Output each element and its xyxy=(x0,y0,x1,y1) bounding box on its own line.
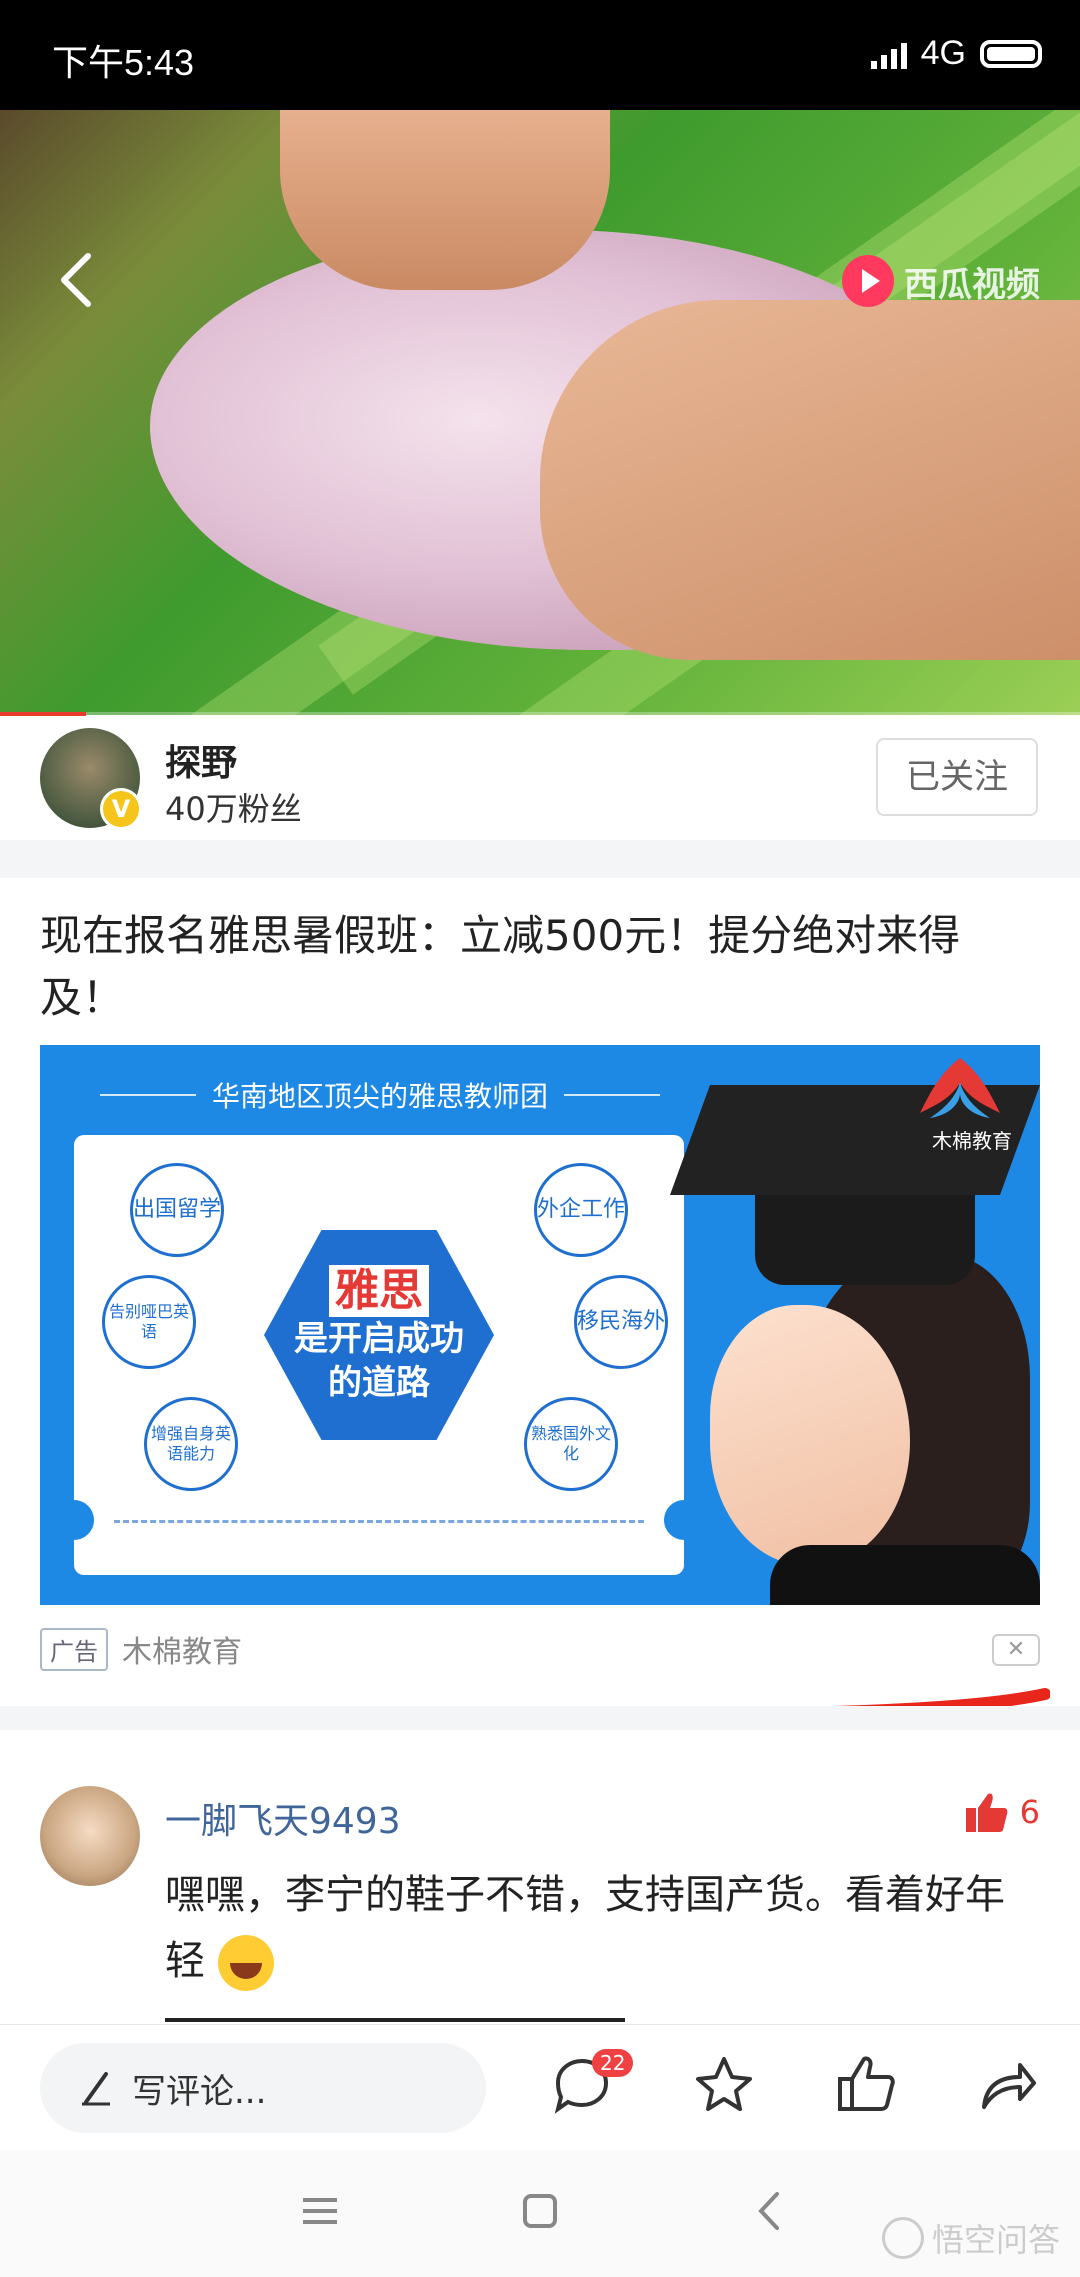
banner-bubble: 外企工作 xyxy=(534,1163,628,1257)
like-control[interactable]: 6 xyxy=(964,1790,1040,1834)
write-comment-input[interactable]: 写评论... xyxy=(40,2043,486,2133)
banner-center-main: 雅思 xyxy=(329,1265,429,1317)
author-name[interactable]: 探野 xyxy=(165,734,237,786)
pencil-icon xyxy=(82,2072,110,2106)
banner-logo-text: 木棉教育 xyxy=(932,1129,1012,1153)
banner-card: 雅思 是开启成功的道路 出国留学 外企工作 告别哑巴英语 移民海外 增强自身英语… xyxy=(54,1135,704,1575)
back-arrow-icon[interactable] xyxy=(52,250,102,310)
share-icon[interactable] xyxy=(976,2053,1040,2117)
banner-headline: 华南地区顶尖的雅思教师团 xyxy=(100,1075,661,1115)
banner-center-sub: 是开启成功的道路 xyxy=(294,1319,464,1403)
battery-icon xyxy=(980,39,1042,68)
status-icons: 4G xyxy=(870,34,1042,73)
brand-text: 西瓜视频 xyxy=(904,264,1040,305)
video-player[interactable]: 西瓜视频 xyxy=(0,110,1080,715)
signal-icon xyxy=(870,39,907,69)
banner-center-hexagon: 雅思 是开启成功的道路 xyxy=(264,1230,494,1440)
banner-bubble: 移民海外 xyxy=(574,1275,668,1369)
video-brand: 西瓜视频 xyxy=(842,255,1040,307)
ad-banner[interactable]: 华南地区顶尖的雅思教师团 雅思 是开启成功的道路 出国留学 外企工作 告别哑巴英… xyxy=(40,1045,1040,1605)
watermark-text: 悟空问答 xyxy=(931,2221,1060,2259)
home-square-icon[interactable] xyxy=(515,2186,565,2236)
mumian-logo-icon xyxy=(920,1058,1000,1118)
bottom-action-bar: 写评论... 22 xyxy=(0,2024,1080,2151)
ad-title[interactable]: 现在报名雅思暑假班：立减500元！提分绝对来得及！ xyxy=(40,905,1040,1029)
ad-close-button[interactable]: ✕ xyxy=(992,1634,1040,1666)
menu-icon[interactable] xyxy=(295,2186,345,2236)
star-icon[interactable] xyxy=(692,2053,756,2117)
wukong-logo-icon xyxy=(881,2217,924,2259)
ad-tag: 广告 xyxy=(40,1627,108,1671)
like-count: 6 xyxy=(1019,1793,1040,1831)
banner-bubble: 增强自身英语能力 xyxy=(144,1397,238,1491)
comment-text: 嘿嘿，李宁的鞋子不错，支持国产货。看着好年轻 xyxy=(165,1862,1025,1994)
ad-source[interactable]: 木棉教育 xyxy=(122,1627,242,1671)
commenter-avatar[interactable] xyxy=(40,1786,140,1886)
nav-back-icon[interactable] xyxy=(745,2186,795,2236)
network-type: 4G xyxy=(920,34,966,72)
author-fans-count: 40万粉丝 xyxy=(165,790,302,828)
status-bar: 下午5:43 4G xyxy=(0,0,1080,110)
author-row[interactable]: V 探野 40万粉丝 已关注 xyxy=(0,716,1080,841)
thumbs-up-outline-icon[interactable] xyxy=(834,2053,898,2117)
banner-bubble: 告别哑巴英语 xyxy=(102,1275,196,1369)
banner-bubble: 熟悉国外文化 xyxy=(524,1397,618,1491)
thumbs-up-icon xyxy=(965,1793,1008,1832)
section-divider xyxy=(0,840,1080,878)
banner-headline-text: 华南地区顶尖的雅思教师团 xyxy=(212,1080,549,1113)
banner-bubble: 出国留学 xyxy=(130,1163,224,1257)
ad-meta: 广告 木棉教育 xyxy=(40,1627,242,1671)
verified-badge-icon: V xyxy=(100,788,142,830)
comment-count-badge: 22 xyxy=(592,2049,634,2077)
xigua-logo-icon xyxy=(842,255,894,307)
watermark: 悟空问答 xyxy=(881,2215,1060,2261)
status-time: 下午5:43 xyxy=(52,42,195,83)
laughing-emoji-icon xyxy=(217,1935,274,1991)
follow-button[interactable]: 已关注 xyxy=(876,738,1038,816)
commenter-name[interactable]: 一脚飞天9493 xyxy=(165,1792,401,1844)
scroll-indicator xyxy=(165,2018,625,2022)
section-divider xyxy=(0,1706,1080,1730)
write-comment-placeholder: 写评论... xyxy=(132,2071,267,2112)
comment-body: 嘿嘿，李宁的鞋子不错，支持国产货。看着好年轻 xyxy=(165,1872,1005,1984)
